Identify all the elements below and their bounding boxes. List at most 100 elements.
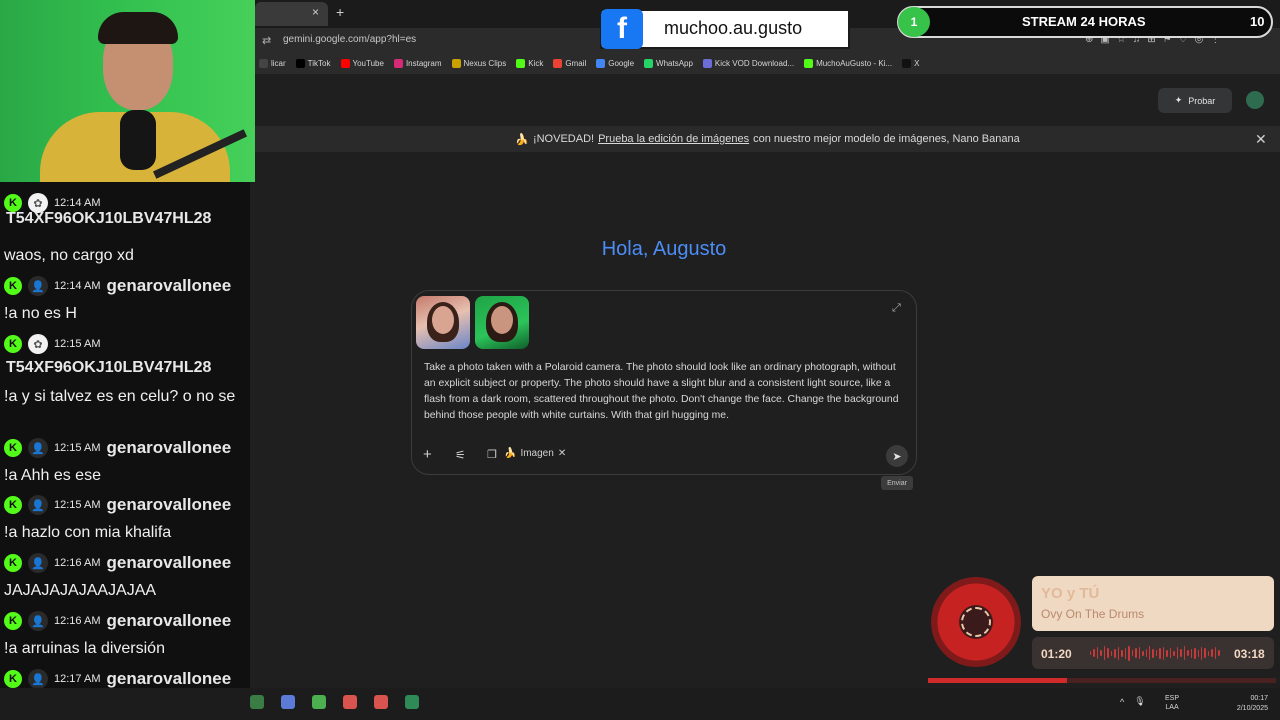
- banner-link[interactable]: Prueba la edición de imágenes: [598, 133, 749, 145]
- waveform-bar: [1190, 648, 1193, 658]
- app-icon[interactable]: [405, 695, 419, 709]
- bookmark-icon: [295, 58, 305, 68]
- kick-badge-icon: K: [4, 335, 22, 353]
- waveform-bar: [1124, 647, 1127, 659]
- bookmark-item[interactable]: MuchoAuGusto - Ki...: [804, 58, 893, 68]
- chat-message-text: !a no es H: [4, 305, 77, 322]
- waveform-bar: [1093, 649, 1095, 657]
- user-avatar-icon: 👤: [28, 276, 48, 296]
- waveform-bar: [1135, 648, 1137, 658]
- bookmark-icon: [553, 58, 563, 68]
- banana-icon: 🍌: [515, 133, 529, 146]
- bookmark-item[interactable]: Gmail: [553, 58, 587, 68]
- waveform-bar: [1138, 647, 1141, 659]
- bookmark-item[interactable]: Google: [596, 58, 634, 68]
- chat-message-text: !a arruinas la diversión: [4, 640, 165, 657]
- stream-chat: K ✿ 12:14 AM T54XF96OKJ10LBV47HL28 waos, no …: [0, 182, 250, 720]
- app-icon[interactable]: [250, 695, 264, 709]
- account-avatar[interactable]: [1246, 91, 1264, 109]
- person-hair: [98, 12, 178, 44]
- attached-image-1[interactable]: [416, 296, 470, 349]
- bookmark-item[interactable]: Instagram: [393, 58, 442, 68]
- bookmark-item[interactable]: X: [902, 58, 919, 68]
- disc-center: [961, 607, 991, 637]
- microphone-icon[interactable]: 🎙: [1134, 696, 1145, 707]
- waveform-bar: [1117, 646, 1120, 660]
- waveform-bar: [1204, 648, 1206, 658]
- chat-username: T54XF96OKJ10LBV47HL28: [6, 210, 212, 227]
- brave-app-icon[interactable]: [374, 695, 388, 709]
- remove-chip-icon[interactable]: ✕: [558, 448, 566, 459]
- chat-username: T54XF96OKJ10LBV47HL28: [6, 359, 212, 376]
- bookmark-item[interactable]: Kick VOD Download...: [702, 58, 794, 68]
- taskbar: [0, 688, 1280, 720]
- waveform-bar: [1218, 650, 1220, 656]
- tools-icon[interactable]: ⚟: [455, 448, 466, 462]
- site-info-icon[interactable]: ⇄: [262, 34, 271, 47]
- waveform-bar: [1180, 649, 1182, 657]
- tab-close-icon[interactable]: ×: [312, 5, 319, 19]
- sparkle-icon: ✦: [1174, 95, 1183, 105]
- face: [432, 306, 454, 334]
- new-tab-button[interactable]: +: [336, 4, 344, 20]
- bookmark-label: Instagram: [405, 58, 442, 68]
- app-icon[interactable]: [281, 695, 295, 709]
- chat-username: genarovallonee: [106, 276, 232, 295]
- chat-username: genarovallonee: [106, 553, 232, 572]
- chat-timestamp: 12:16 AM: [54, 615, 101, 627]
- language-indicator[interactable]: ESP LAA: [1165, 694, 1179, 712]
- bookmarks-bar: licar TikTok YouTube Instagram Nexus Clips Ki…: [255, 52, 1280, 74]
- chat-username: genarovallonee: [106, 495, 232, 514]
- chevron-up-icon[interactable]: ^: [1120, 697, 1124, 707]
- bookmark-label: MuchoAuGusto - Ki...: [816, 58, 893, 68]
- chat-username: genarovallonee: [106, 438, 232, 457]
- url-text[interactable]: gemini.google.com/app?hl=es: [283, 34, 416, 45]
- gallery-icon[interactable]: ❐: [487, 448, 497, 461]
- chat-message-text: !a y si talvez es en celu? o no se: [4, 388, 236, 405]
- send-tooltip: Enviar: [881, 476, 913, 490]
- bookmark-item[interactable]: Kick: [516, 58, 543, 68]
- bookmark-icon: [804, 58, 814, 68]
- webcam-feed: [0, 0, 255, 182]
- bookmark-label: Gmail: [565, 58, 587, 68]
- bookmark-item[interactable]: TikTok: [295, 58, 331, 68]
- try-button[interactable]: ✦ Probar: [1158, 88, 1232, 113]
- stream-number: 1: [898, 7, 930, 37]
- banner-suffix: con nuestro mejor modelo de imágenes, Na…: [753, 133, 1020, 145]
- bookmark-label: TikTok: [307, 58, 331, 68]
- clock[interactable]: 00:17 2/10/2025: [1228, 694, 1268, 714]
- expand-icon[interactable]: ⤢: [892, 302, 901, 315]
- banner-close-icon[interactable]: ✕: [1255, 131, 1267, 148]
- song-artist: Ovy On The Drums: [1041, 607, 1145, 621]
- user-avatar-icon: 👤: [28, 669, 48, 689]
- bookmark-label: Nexus Clips: [463, 58, 507, 68]
- prompt-input[interactable]: Take a photo taken with a Polaroid camer…: [424, 360, 900, 424]
- bookmark-item[interactable]: Nexus Clips: [451, 58, 507, 68]
- kick-badge-icon: K: [4, 612, 22, 630]
- waveform-bar: [1090, 651, 1092, 655]
- bookmark-item[interactable]: YouTube: [340, 58, 384, 68]
- waveform: [1090, 645, 1220, 661]
- bookmark-item[interactable]: licar: [259, 58, 286, 68]
- imagen-tool-chip[interactable]: 🍌 Imagen ✕: [504, 448, 566, 459]
- send-button[interactable]: ➤: [886, 445, 908, 467]
- waveform-bar: [1142, 650, 1144, 656]
- waveform-bar: [1173, 650, 1175, 656]
- time-elapsed: 01:20: [1041, 647, 1072, 661]
- system-tray: ^ 🎙: [1120, 696, 1146, 707]
- clock-time: 00:17: [1250, 695, 1268, 702]
- brave-app-icon[interactable]: [343, 695, 357, 709]
- lang-top: ESP: [1165, 695, 1180, 702]
- attached-image-2[interactable]: [475, 296, 529, 349]
- chat-timestamp: 12:15 AM: [54, 499, 101, 511]
- banner-prefix: ¡NOVEDAD!: [532, 133, 595, 145]
- waveform-bar: [1159, 647, 1161, 659]
- browser-app-icon[interactable]: [312, 695, 326, 709]
- waveform-bar: [1166, 649, 1168, 657]
- song-title: YO y TÚ: [1041, 585, 1100, 602]
- bookmark-label: YouTube: [352, 58, 384, 68]
- add-icon[interactable]: +: [423, 446, 432, 463]
- bookmark-item[interactable]: WhatsApp: [644, 58, 693, 68]
- bookmark-label: WhatsApp: [656, 58, 693, 68]
- chat-message-meta: K ✿ 12:15 AM: [4, 334, 100, 354]
